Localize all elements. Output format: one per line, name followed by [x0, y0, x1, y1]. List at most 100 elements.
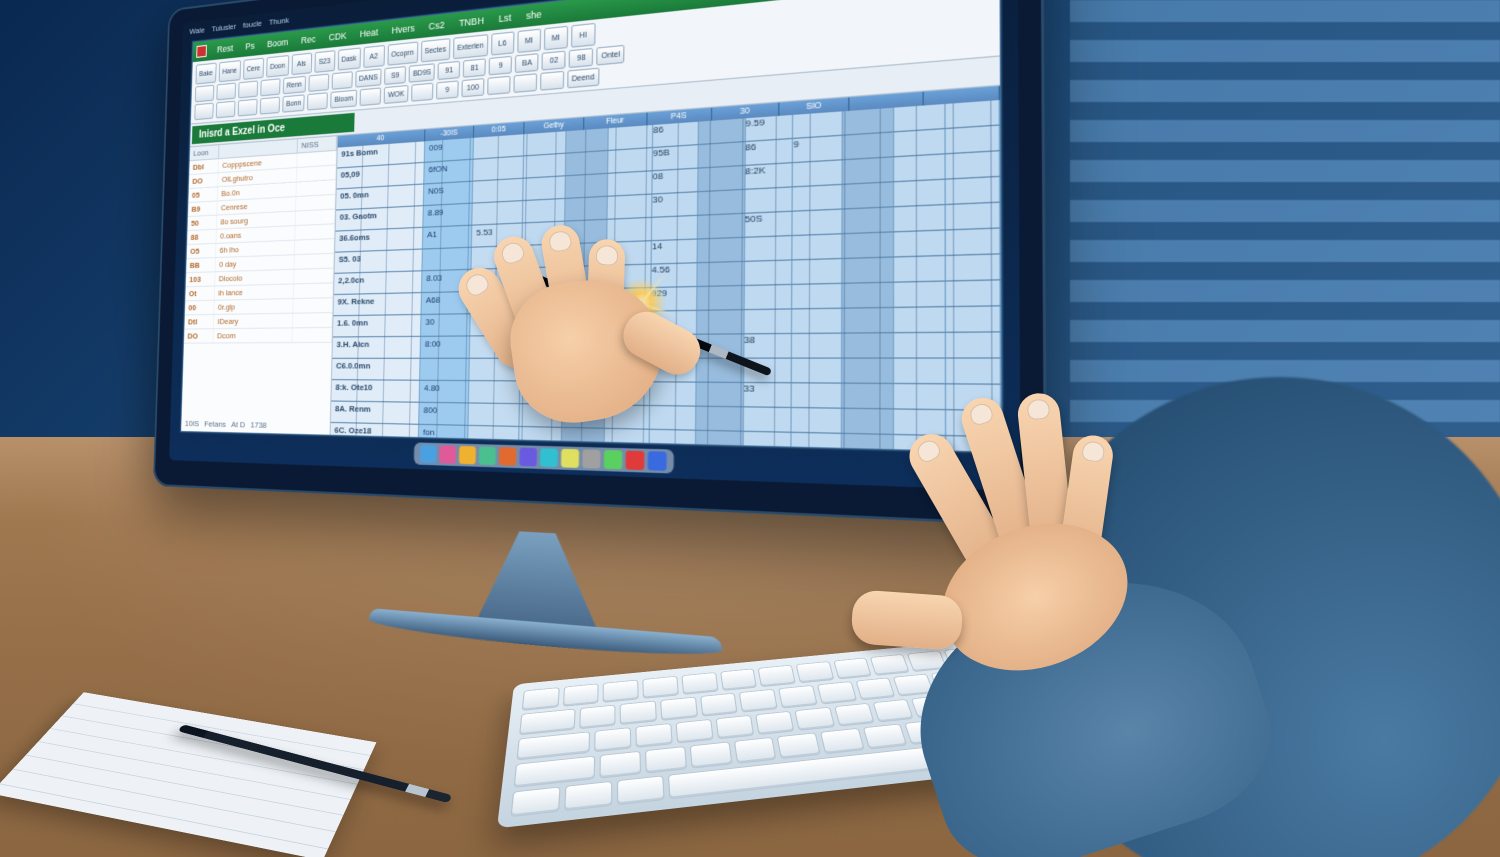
toolbar-button[interactable]: [411, 83, 433, 102]
cell[interactable]: [842, 434, 894, 452]
cell[interactable]: [564, 266, 608, 289]
toolbar-button[interactable]: A2: [363, 45, 385, 68]
cell[interactable]: [792, 433, 842, 452]
cell[interactable]: [520, 381, 563, 403]
cell-b[interactable]: 6fON: [424, 160, 473, 184]
cell[interactable]: [608, 171, 653, 195]
cell[interactable]: [744, 261, 792, 285]
cell-c[interactable]: [469, 359, 520, 381]
cell[interactable]: [606, 359, 651, 381]
toolbar-button[interactable]: [195, 85, 214, 103]
toolbar-button[interactable]: [238, 99, 258, 117]
toolbar-button[interactable]: [216, 101, 236, 119]
cell-c[interactable]: [471, 291, 522, 313]
toolbar-button[interactable]: Hl: [571, 23, 596, 48]
cell[interactable]: [946, 229, 1000, 255]
cell-a[interactable]: 3.H. Aicn: [332, 337, 421, 358]
cell[interactable]: [843, 207, 894, 233]
cell[interactable]: [651, 359, 697, 382]
menu-item[interactable]: Lst: [492, 9, 517, 27]
cell[interactable]: [562, 382, 606, 405]
cell[interactable]: [792, 383, 842, 407]
cell[interactable]: [698, 214, 745, 239]
cell[interactable]: [697, 262, 744, 286]
cell[interactable]: 33: [743, 383, 792, 407]
toolbar-button[interactable]: 98: [569, 48, 594, 68]
cell[interactable]: [698, 190, 745, 215]
cell[interactable]: [894, 282, 947, 307]
cell-a[interactable]: 2,2.0cn: [334, 271, 422, 294]
toolbar-button[interactable]: Als: [291, 53, 312, 76]
cell[interactable]: [609, 148, 653, 173]
cell[interactable]: [946, 306, 1001, 331]
toolbar-button[interactable]: 02: [542, 50, 566, 70]
cell[interactable]: [563, 312, 607, 334]
cell[interactable]: [607, 265, 652, 288]
toolbar-button[interactable]: Doon: [266, 55, 289, 78]
cell[interactable]: [792, 359, 842, 383]
cell[interactable]: [650, 406, 696, 430]
toolbar-button[interactable]: 9: [489, 56, 512, 76]
menu-item[interactable]: Hvers: [386, 20, 421, 39]
cell[interactable]: [563, 335, 607, 357]
cell[interactable]: [947, 333, 1002, 358]
cell[interactable]: [565, 220, 608, 243]
toolbar-button[interactable]: Renn: [283, 76, 306, 95]
toolbar-button[interactable]: Bonn: [282, 94, 305, 112]
cell[interactable]: [894, 384, 947, 409]
cell-b[interactable]: 800: [419, 403, 469, 425]
cell-b[interactable]: 4.80: [420, 381, 470, 403]
cell[interactable]: [566, 151, 609, 175]
cell-c[interactable]: [470, 336, 521, 358]
cell[interactable]: 95B: [653, 145, 699, 170]
cell[interactable]: [894, 307, 947, 332]
spreadsheet-grid[interactable]: 40-30IS0:05GethyFleurP4S30SIO 91s Bomn00…: [331, 86, 1002, 452]
cell-b[interactable]: A1: [423, 226, 472, 249]
cell[interactable]: [946, 151, 1000, 178]
cell[interactable]: [793, 111, 843, 137]
cell[interactable]: 14: [652, 240, 698, 264]
cell-b[interactable]: 30: [421, 314, 471, 336]
side-foot-tab[interactable]: Fetans: [204, 419, 226, 429]
cell-c[interactable]: [471, 268, 522, 291]
cell-c[interactable]: [469, 381, 520, 403]
toolbar-button[interactable]: Ml: [517, 29, 541, 53]
toolbar-button[interactable]: Ontel: [597, 45, 625, 66]
menu-item[interactable]: Rest: [212, 40, 239, 57]
cell-b[interactable]: 8.89: [423, 204, 472, 227]
cell[interactable]: [697, 286, 744, 310]
cell[interactable]: [946, 280, 1001, 306]
cell[interactable]: [521, 290, 563, 312]
cell[interactable]: [606, 335, 651, 357]
cell-a[interactable]: 1.6. 0mn: [333, 315, 422, 336]
toolbar-button[interactable]: DANS: [355, 68, 382, 87]
cell[interactable]: [608, 218, 653, 242]
dock-app-icon[interactable]: [604, 450, 623, 469]
toolbar-button[interactable]: S9: [384, 66, 406, 85]
cell[interactable]: [792, 334, 842, 358]
cell[interactable]: [792, 408, 842, 433]
cell[interactable]: 86: [745, 139, 793, 165]
sidebar-row[interactable]: DODcom: [184, 328, 332, 344]
cell[interactable]: [946, 254, 1000, 280]
toolbar-button[interactable]: [360, 87, 382, 106]
toolbar-button[interactable]: Bloom: [331, 90, 358, 109]
cell[interactable]: [843, 182, 894, 208]
cell[interactable]: [946, 126, 1000, 154]
cell[interactable]: 08: [653, 169, 699, 194]
cell[interactable]: [744, 310, 793, 334]
cell[interactable]: 8:2K: [745, 163, 793, 188]
cell[interactable]: [894, 154, 947, 181]
cell[interactable]: [524, 131, 566, 155]
cell-b[interactable]: A68: [422, 292, 472, 314]
toolbar-button[interactable]: BD9S: [409, 63, 436, 83]
cell-b[interactable]: N0S: [424, 182, 473, 205]
dock-app-icon[interactable]: [648, 451, 667, 471]
menu-item[interactable]: she: [519, 6, 548, 25]
cell[interactable]: 9.59: [745, 115, 793, 141]
cell-b[interactable]: [422, 248, 471, 270]
cell-a[interactable]: 8A. Renm: [331, 402, 420, 424]
cell[interactable]: 4.56: [652, 263, 698, 287]
toolbar-button[interactable]: [238, 80, 258, 98]
cell[interactable]: [894, 256, 947, 281]
